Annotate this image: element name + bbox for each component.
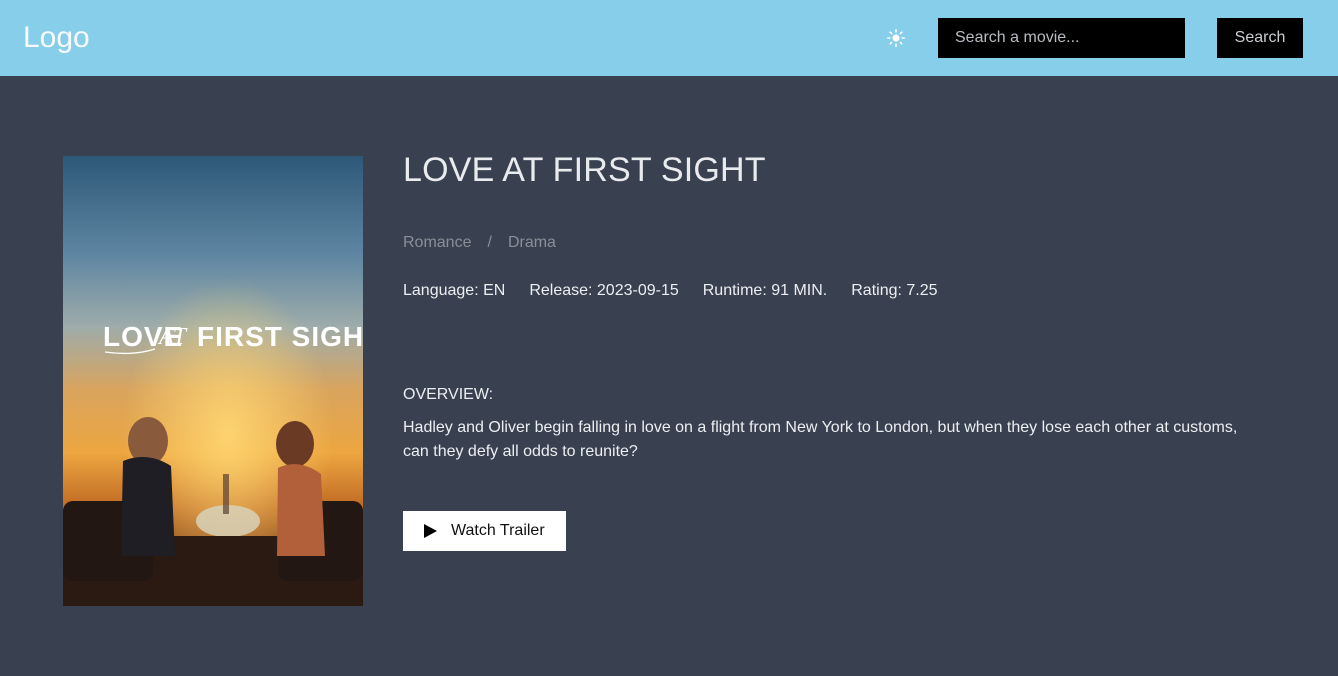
- search-button[interactable]: Search: [1217, 18, 1303, 58]
- watch-trailer-button[interactable]: Watch Trailer: [403, 511, 566, 551]
- genre-tag[interactable]: Drama: [508, 233, 556, 253]
- theme-toggle-button[interactable]: [884, 26, 908, 50]
- language-info: Language: EN: [403, 282, 506, 299]
- genre-tag[interactable]: Romance: [403, 233, 471, 253]
- sun-icon: [887, 29, 905, 47]
- watch-trailer-label: Watch Trailer: [451, 522, 545, 539]
- genre-separator: /: [487, 234, 492, 251]
- logo[interactable]: Logo: [23, 20, 90, 56]
- runtime-info: Runtime: 91 MIN.: [702, 282, 828, 299]
- svg-text:AT: AT: [157, 324, 188, 350]
- movie-poster: LOVE AT FIRST SIGHT: [63, 156, 363, 606]
- rating-info: Rating: 7.25: [851, 282, 938, 299]
- movie-meta: Language: EN Release: 2023-09-15 Runtime…: [403, 281, 938, 301]
- search-input[interactable]: [938, 18, 1185, 58]
- genre-list: Romance / Drama: [403, 233, 556, 253]
- top-header: Logo Search: [0, 0, 1338, 76]
- overview-label: OVERVIEW:: [403, 386, 494, 403]
- movie-title: LOVE AT FIRST SIGHT: [403, 151, 766, 189]
- release-info: Release: 2023-09-15: [529, 282, 679, 299]
- svg-text:FIRST SIGHT: FIRST SIGHT: [197, 321, 363, 352]
- play-icon: [424, 524, 437, 538]
- overview-text: Hadley and Oliver begin falling in love …: [403, 419, 1238, 460]
